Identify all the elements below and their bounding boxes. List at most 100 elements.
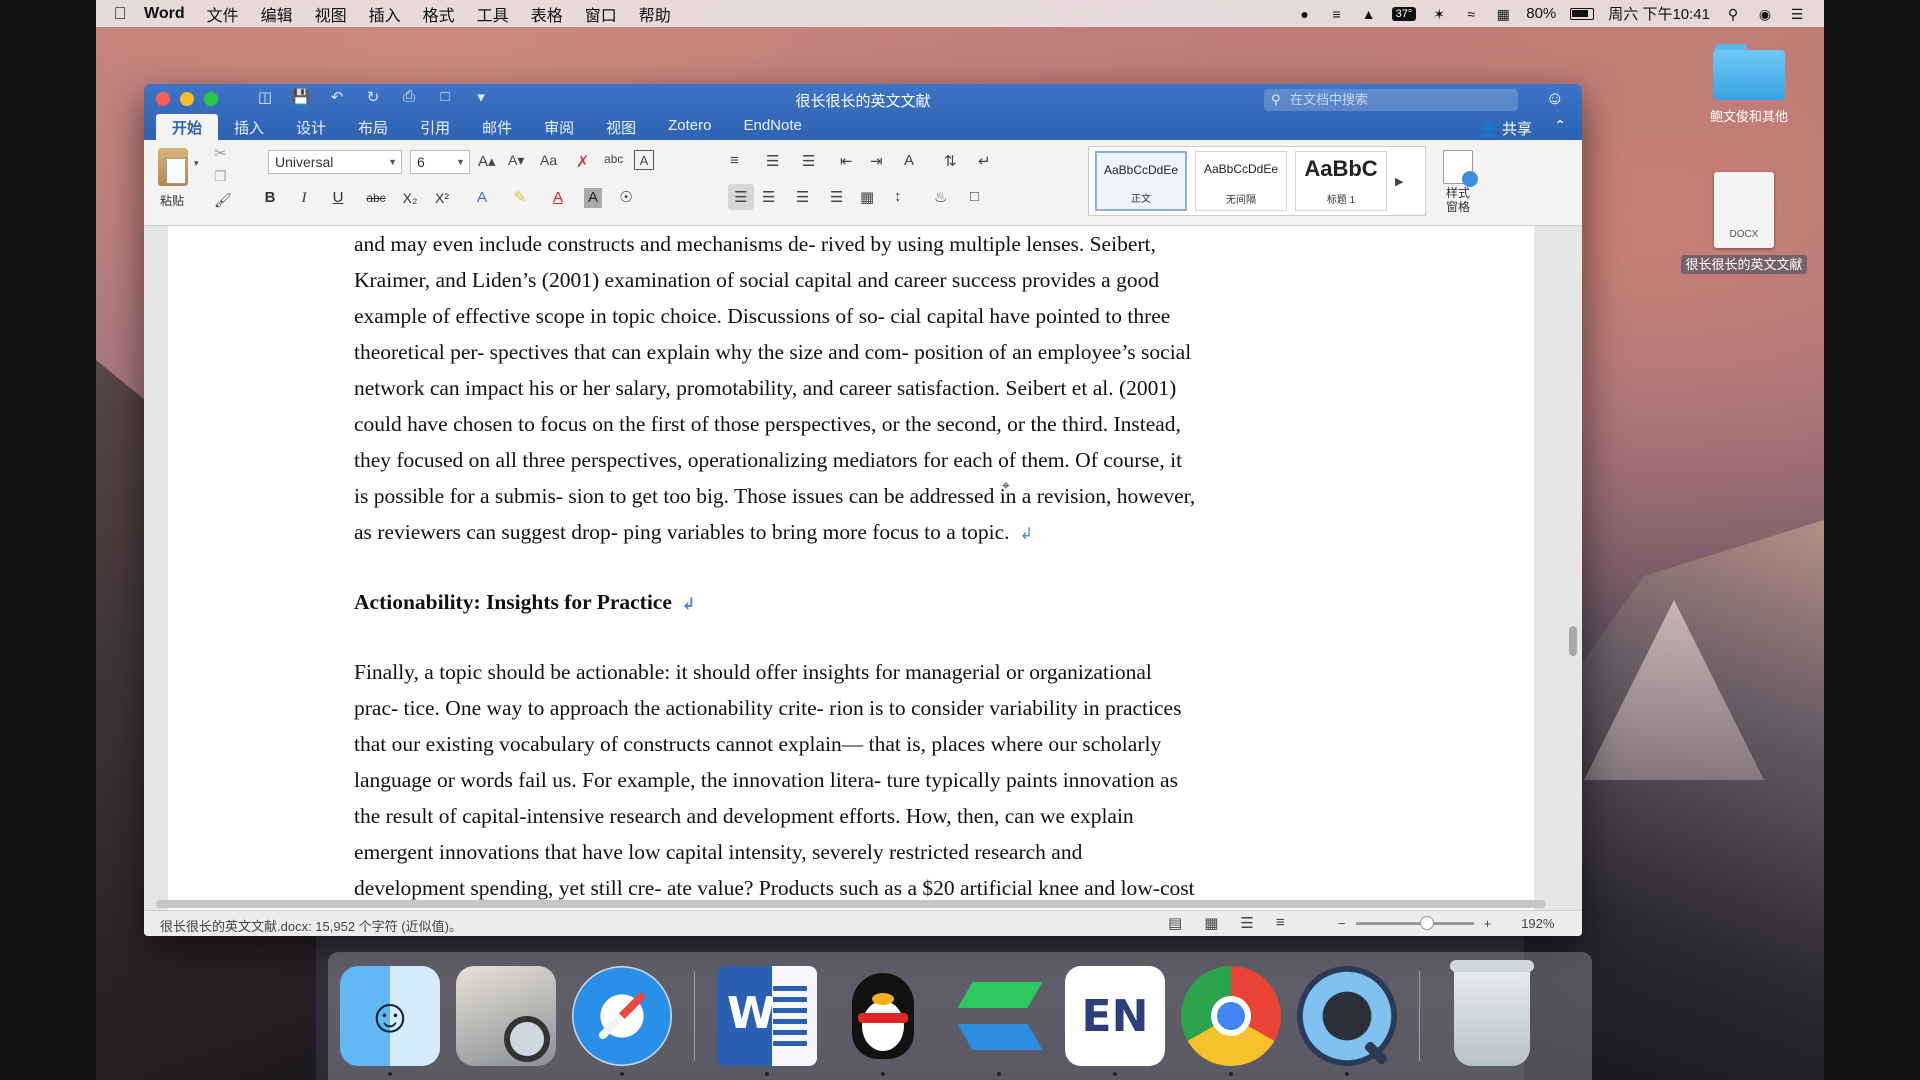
document-page[interactable]: and may even include constructs and mech… bbox=[168, 226, 1534, 910]
search-document-input[interactable]: ⚲ 在文档中搜索 bbox=[1264, 89, 1518, 111]
text-line[interactable]: emergent innovations that have low capit… bbox=[354, 834, 1314, 870]
input-method-icon[interactable]: ▦ bbox=[1494, 6, 1512, 22]
text-line[interactable]: and may even include constructs and mech… bbox=[354, 226, 1314, 262]
text-line[interactable]: theoretical per- spectives that can expl… bbox=[354, 334, 1314, 370]
tab-design[interactable]: 设计 bbox=[280, 114, 342, 141]
horizontal-scroll-thumb[interactable] bbox=[156, 900, 1546, 908]
numbering-icon[interactable]: ☰ bbox=[766, 152, 779, 170]
spotlight-icon[interactable]: ⚲ bbox=[1724, 6, 1742, 22]
tab-insert[interactable]: 插入 bbox=[218, 114, 280, 141]
decrease-indent-icon[interactable]: ⇤ bbox=[840, 152, 853, 170]
qq-icon[interactable] bbox=[833, 966, 933, 1076]
tab-home[interactable]: 开始 bbox=[156, 114, 219, 141]
finder-icon[interactable]: ☺ bbox=[340, 966, 440, 1076]
quicktime-icon[interactable] bbox=[1297, 966, 1397, 1076]
document-body[interactable]: and may even include constructs and mech… bbox=[354, 226, 1314, 906]
font-color-icon[interactable]: A bbox=[546, 186, 570, 210]
document-area[interactable]: and may even include constructs and mech… bbox=[144, 226, 1582, 910]
grow-font-icon[interactable]: A▴ bbox=[478, 152, 496, 170]
bluetooth-icon[interactable]: ✶ bbox=[1430, 6, 1448, 22]
tab-endnote[interactable]: EndNote bbox=[727, 114, 817, 141]
menu-tools[interactable]: 工具 bbox=[477, 2, 509, 26]
menu-window[interactable]: 窗口 bbox=[585, 2, 617, 26]
text-line[interactable]: language or words fail us. For example, … bbox=[354, 762, 1314, 798]
tab-view[interactable]: 视图 bbox=[590, 114, 652, 141]
cut-icon[interactable]: ✂ bbox=[214, 144, 227, 162]
chrome-icon[interactable] bbox=[1181, 966, 1281, 1076]
menu-format[interactable]: 格式 bbox=[423, 2, 455, 26]
style-heading-1[interactable]: AaBbC 标题 1 bbox=[1295, 151, 1387, 211]
safari-icon[interactable] bbox=[572, 966, 672, 1076]
text-line[interactable]: prac- tice. One way to approach the acti… bbox=[354, 690, 1314, 726]
web-layout-view-icon[interactable]: ▦ bbox=[1204, 914, 1218, 932]
shrink-font-icon[interactable]: A▾ bbox=[508, 152, 524, 169]
text-line[interactable]: Kraimer, and Liden’s (2001) examination … bbox=[354, 262, 1314, 298]
multilevel-list-icon[interactable]: ☰ bbox=[802, 152, 815, 170]
font-name-select[interactable]: Universal ▼ bbox=[268, 150, 402, 174]
text-line[interactable]: the result of capital-intensive research… bbox=[354, 798, 1314, 834]
style-normal[interactable]: AaBbCcDdEe 正文 bbox=[1095, 151, 1187, 211]
styles-more-icon[interactable]: ▶ bbox=[1395, 175, 1403, 188]
format-painter-icon[interactable]: 🖌 bbox=[214, 192, 232, 209]
text-line[interactable]: as reviewers can suggest drop- ping vari… bbox=[354, 514, 1314, 552]
text-effects-icon[interactable]: A bbox=[470, 186, 494, 210]
justify-button[interactable]: ☰ bbox=[830, 188, 843, 206]
text-line[interactable]: could have chosen to focus on the first … bbox=[354, 406, 1314, 442]
underline-button[interactable]: U bbox=[326, 186, 350, 210]
character-border-icon[interactable]: A bbox=[634, 150, 654, 170]
text-line[interactable]: network can impact his or her salary, pr… bbox=[354, 370, 1314, 406]
text-line[interactable]: they focused on all three perspectives, … bbox=[354, 442, 1314, 478]
strikethrough-button[interactable]: abc bbox=[364, 186, 388, 210]
italic-button[interactable]: I bbox=[292, 186, 316, 210]
menu-file[interactable]: 文件 bbox=[207, 2, 239, 26]
show-marks-icon[interactable]: ↵ bbox=[978, 152, 991, 170]
section-heading[interactable]: Actionability: Insights for Practice ↲ bbox=[354, 584, 1314, 622]
draft-view-icon[interactable]: ≡ bbox=[1276, 914, 1285, 932]
character-shading-icon[interactable]: A bbox=[584, 188, 602, 208]
highlight-icon[interactable]: ✎ bbox=[508, 186, 532, 210]
apple-menu-icon[interactable]:  bbox=[96, 4, 144, 24]
clock[interactable]: 周六 下午10:41 bbox=[1608, 3, 1710, 24]
notification-center-icon[interactable]: ☰ bbox=[1788, 6, 1806, 22]
paste-dropdown-icon[interactable]: ▾ bbox=[194, 158, 199, 169]
horizontal-scrollbar[interactable] bbox=[156, 898, 1556, 910]
distributed-button[interactable]: ▦ bbox=[860, 188, 874, 206]
style-no-spacing[interactable]: AaBbCcDdEe 无间隔 bbox=[1195, 151, 1287, 211]
menu-help[interactable]: 帮助 bbox=[639, 2, 671, 26]
asian-layout-icon[interactable]: A bbox=[904, 152, 914, 169]
change-case-icon[interactable]: Aa bbox=[540, 152, 557, 168]
share-button[interactable]: 👤 共享 bbox=[1479, 118, 1532, 139]
menu-app-name[interactable]: Word bbox=[144, 5, 185, 23]
endnote-icon[interactable]: EN bbox=[1065, 966, 1165, 1076]
scrivener-menu-icon[interactable]: ≡ bbox=[1328, 6, 1346, 22]
desktop-docx-file[interactable]: DOCX 很长很长的英文文献 bbox=[1674, 172, 1814, 274]
subscript-button[interactable]: X₂ bbox=[398, 186, 422, 210]
text-line[interactable]: Finally, a topic should be actionable: i… bbox=[354, 654, 1314, 690]
align-right-button[interactable]: ☰ bbox=[796, 188, 809, 206]
zoom-in-icon[interactable]: + bbox=[1484, 916, 1492, 931]
print-layout-view-icon[interactable]: ▤ bbox=[1168, 914, 1182, 932]
desktop-folder[interactable]: 鲍文俊和其他 bbox=[1694, 44, 1804, 125]
font-size-select[interactable]: 6 ▼ bbox=[410, 150, 470, 174]
siri-icon[interactable]: ◉ bbox=[1756, 6, 1774, 22]
shading-icon[interactable]: ♨ bbox=[934, 188, 947, 206]
text-line[interactable]: is possible for a submis- sion to get to… bbox=[354, 478, 1314, 514]
tab-mailings[interactable]: 邮件 bbox=[466, 114, 528, 141]
outline-view-icon[interactable]: ☰ bbox=[1240, 914, 1253, 932]
phonetic-guide-icon[interactable]: abc bbox=[604, 152, 623, 166]
collapse-ribbon-icon[interactable]: ⌃ bbox=[1554, 117, 1566, 134]
tab-layout[interactable]: 布局 bbox=[342, 114, 404, 141]
align-left-button[interactable]: ☰ bbox=[728, 184, 754, 210]
menu-view[interactable]: 视图 bbox=[315, 2, 347, 26]
menu-insert[interactable]: 插入 bbox=[369, 2, 401, 26]
text-line[interactable]: that our existing vocabulary of construc… bbox=[354, 726, 1314, 762]
preview-icon[interactable] bbox=[456, 966, 556, 1066]
menu-edit[interactable]: 编辑 bbox=[261, 2, 293, 26]
paste-icon[interactable] bbox=[158, 148, 188, 186]
zoom-out-icon[interactable]: − bbox=[1338, 916, 1346, 931]
enclose-character-icon[interactable]: ☉ bbox=[614, 186, 638, 210]
align-center-button[interactable]: ☰ bbox=[762, 188, 775, 206]
record-icon[interactable]: ● bbox=[1296, 6, 1314, 22]
qq-menu-icon[interactable]: ▲ bbox=[1360, 6, 1378, 22]
zoom-slider[interactable] bbox=[1355, 916, 1474, 930]
